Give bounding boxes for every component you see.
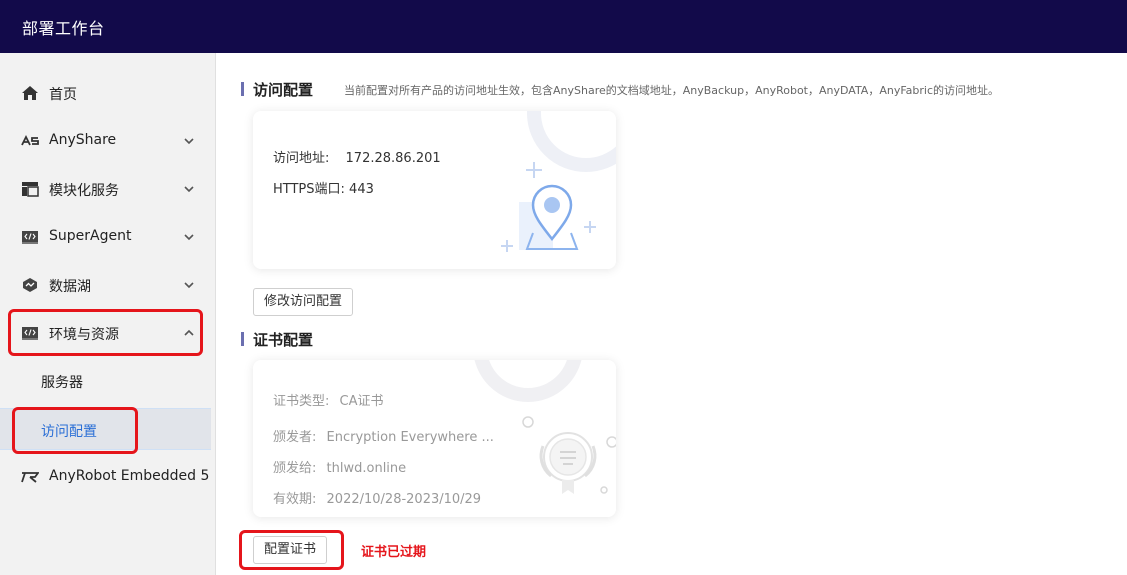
chevron-down-icon (182, 134, 196, 148)
sidebar-item-anyrobot[interactable]: AnyRobot Embedded 5 (0, 457, 216, 497)
sidebar-item-env-resources[interactable]: 环境与资源 (0, 313, 216, 353)
sidebar-item-superagent[interactable]: SuperAgent (0, 217, 216, 257)
certificate-badge-icon (522, 416, 616, 494)
section-description: 当前配置对所有产品的访问地址生效，包含AnyShare的文档域地址，AnyBac… (344, 84, 1000, 97)
code-icon (21, 325, 39, 341)
access-info-card: 访问地址: 172.28.86.201 HTTPS端口: 443 (253, 111, 616, 269)
cert-issuer-row: 颁发者: Encryption Everywhere ... (273, 426, 494, 445)
https-value: 443 (349, 182, 374, 197)
datalake-icon (21, 277, 39, 293)
cert-type-value: CA证书 (339, 394, 384, 409)
section-header-access: 访问配置 当前配置对所有产品的访问地址生效，包含AnyShare的文档域地址，A… (241, 79, 1101, 99)
location-pin-icon (501, 162, 596, 252)
section-bar (241, 332, 244, 346)
cert-issuer-value: Encryption Everywhere ... (326, 430, 494, 445)
cert-type-row: 证书类型: CA证书 (273, 390, 384, 409)
decor-arc (474, 360, 582, 402)
sidebar-item-modular-services[interactable]: 模块化服务 (0, 169, 216, 209)
https-label: HTTPS端口: (273, 182, 345, 197)
chevron-down-icon (182, 182, 196, 196)
cert-issued-to-row: 颁发给: thlwd.online (273, 457, 406, 476)
cert-expired-note: 证书已过期 (361, 545, 427, 560)
layout-icon (21, 181, 39, 197)
address-label: 访问地址: (273, 151, 330, 166)
sidebar-item-label: SuperAgent (49, 228, 132, 244)
sidebar-item-label: AnyShare (49, 132, 117, 148)
sidebar-item-label: 环境与资源 (49, 327, 119, 343)
sidebar-item-datalake[interactable]: 数据湖 (0, 265, 216, 305)
cert-issued-to-label: 颁发给: (273, 461, 317, 476)
cert-validity-label: 有效期: (273, 492, 317, 507)
section-header-cert: 证书配置 (241, 329, 441, 349)
cert-issued-to-value: thlwd.online (326, 461, 407, 476)
sidebar-item-label: 数据湖 (49, 279, 91, 295)
anyrobot-logo-icon (21, 469, 40, 485)
address-row: 访问地址: 172.28.86.201 (273, 147, 441, 166)
section-bar (241, 82, 244, 96)
code-icon (21, 229, 39, 245)
address-value: 172.28.86.201 (345, 151, 441, 166)
cert-type-label: 证书类型: (273, 394, 330, 409)
sidebar-item-anyshare[interactable]: AnyShare (0, 121, 216, 161)
chevron-down-icon (182, 278, 196, 292)
sidebar-item-home[interactable]: 首页 (0, 73, 216, 113)
sidebar-subitem-label: 服务器 (41, 375, 83, 391)
modify-access-config-button[interactable]: 修改访问配置 (253, 288, 353, 316)
configure-cert-button[interactable]: 配置证书 (253, 536, 327, 564)
home-icon (21, 85, 39, 101)
app-title: 部署工作台 (22, 19, 105, 38)
sidebar-item-label: AnyRobot Embedded 5 (49, 468, 210, 484)
sidebar-item-label: 模块化服务 (49, 183, 119, 199)
cert-issuer-label: 颁发者: (273, 430, 317, 445)
chevron-up-icon (182, 326, 196, 340)
anyshare-logo-icon (21, 133, 39, 149)
main-content: 访问配置 当前配置对所有产品的访问地址生效，包含AnyShare的文档域地址，A… (217, 53, 1127, 575)
cert-validity-value: 2022/10/28-2023/10/29 (326, 492, 482, 507)
chevron-down-icon (182, 230, 196, 244)
cert-info-card: 证书类型: CA证书 颁发者: Encryption Everywhere ..… (253, 360, 616, 517)
sidebar-item-label: 首页 (49, 87, 77, 103)
sidebar-subitem-servers[interactable]: 服务器 (0, 360, 211, 402)
top-header: 部署工作台 (0, 0, 1127, 53)
section-title: 访问配置 (253, 81, 314, 99)
https-row: HTTPS端口: 443 (273, 178, 374, 197)
cert-validity-row: 有效期: 2022/10/28-2023/10/29 (273, 488, 481, 507)
section-title: 证书配置 (253, 331, 314, 349)
sidebar-subitem-label: 访问配置 (41, 424, 97, 440)
sidebar: 首页 AnyShare 模块化服务 SuperAgent 数据湖 环境与资源 服… (0, 53, 216, 575)
sidebar-subitem-access-config[interactable]: 访问配置 (0, 408, 211, 450)
